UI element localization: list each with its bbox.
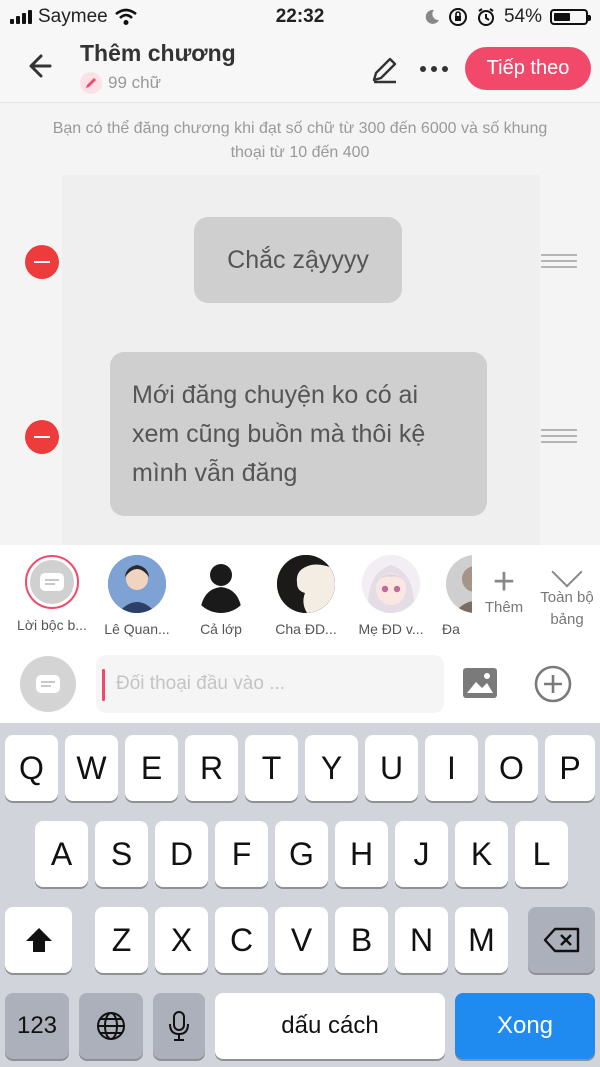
key-q[interactable]: Q <box>5 735 58 801</box>
key-o[interactable]: O <box>485 735 538 801</box>
key-r[interactable]: R <box>185 735 238 801</box>
microphone-key[interactable] <box>153 993 205 1059</box>
avatar <box>362 555 420 613</box>
backspace-key[interactable] <box>528 907 595 973</box>
avatar <box>446 555 472 613</box>
key-b[interactable]: B <box>335 907 388 973</box>
backspace-icon <box>543 927 579 953</box>
battery-percent: 54% <box>503 6 542 27</box>
orientation-lock-icon <box>448 8 467 26</box>
character-item[interactable]: Cả lớp <box>178 555 264 637</box>
image-icon[interactable] <box>462 667 498 699</box>
key-l[interactable]: L <box>515 821 568 887</box>
back-arrow-icon[interactable] <box>22 46 62 86</box>
key-e[interactable]: E <box>125 735 178 801</box>
character-item[interactable]: Cha ĐD... <box>263 555 349 637</box>
key-w[interactable]: W <box>65 735 118 801</box>
next-button[interactable]: Tiếp theo <box>465 47 591 90</box>
key-u[interactable]: U <box>365 735 418 801</box>
key-x[interactable]: X <box>155 907 208 973</box>
done-key[interactable]: Xong <box>455 993 595 1059</box>
character-bar: Lời bộc b... Lê Quan... Cả lớp Cha ĐD...… <box>0 545 600 645</box>
requirement-notice: Bạn có thể đăng chương khi đạt số chữ từ… <box>52 120 548 161</box>
battery-level <box>554 13 570 21</box>
all-characters-label: Toàn bộ bảng <box>540 589 594 628</box>
status-bar: Saymee 22:32 54% <box>0 0 600 34</box>
battery-icon <box>550 9 591 25</box>
narrator-speaker-button[interactable] <box>20 656 76 712</box>
chat-bubble-icon <box>40 573 64 591</box>
character-label: Lời bộc b... <box>17 617 87 633</box>
key-p[interactable]: P <box>545 735 595 801</box>
key-m[interactable]: M <box>455 907 508 973</box>
page-title: Thêm chương <box>80 40 236 66</box>
key-c[interactable]: C <box>215 907 268 973</box>
space-key[interactable]: dấu cách <box>215 993 445 1059</box>
text-cursor <box>102 669 105 701</box>
key-d[interactable]: D <box>155 821 208 887</box>
dialogue-bubble[interactable]: Chắc zậyyyy <box>194 217 402 303</box>
alarm-icon <box>477 8 494 26</box>
character-narrator[interactable]: Lời bộc b... <box>9 555 95 633</box>
pencil-icon <box>80 72 102 94</box>
add-character-button[interactable]: + Thêm <box>476 561 532 616</box>
moon-icon <box>425 9 439 24</box>
character-item[interactable]: Mẹ ĐD v... <box>348 555 434 637</box>
keyboard: Q W E R T Y U I O P A S D F G H J K L Z … <box>0 723 600 1067</box>
key-t[interactable]: T <box>245 735 298 801</box>
dialogue-input[interactable] <box>96 655 444 713</box>
key-i[interactable]: I <box>425 735 478 801</box>
status-right: 54% <box>424 6 591 28</box>
plus-icon: + <box>492 561 516 603</box>
key-g[interactable]: G <box>275 821 328 887</box>
drag-handle-icon[interactable] <box>541 254 577 268</box>
character-label: Cả lớp <box>200 621 242 637</box>
shift-key[interactable] <box>5 907 72 973</box>
key-f[interactable]: F <box>215 821 268 887</box>
globe-icon <box>97 1012 125 1040</box>
input-bar <box>0 645 600 723</box>
globe-key[interactable] <box>79 993 143 1059</box>
chat-bubble-icon <box>36 675 60 693</box>
character-label: Đa <box>442 621 460 637</box>
key-a[interactable]: A <box>35 821 88 887</box>
key-j[interactable]: J <box>395 821 448 887</box>
add-circle-icon[interactable] <box>534 665 572 703</box>
key-k[interactable]: K <box>455 821 508 887</box>
header: Thêm chương 99 chữ Tiếp theo <box>0 34 600 103</box>
key-h[interactable]: H <box>335 821 388 887</box>
avatar <box>277 555 335 613</box>
drag-handle-icon[interactable] <box>541 429 577 443</box>
word-count: 99 chữ <box>80 72 161 94</box>
key-s[interactable]: S <box>95 821 148 887</box>
remove-dialogue-button[interactable] <box>25 420 59 454</box>
character-item[interactable]: Đa <box>432 555 472 637</box>
character-label: Lê Quan... <box>104 621 170 637</box>
chevron-down-icon <box>551 556 583 588</box>
numbers-key[interactable]: 123 <box>5 993 69 1059</box>
key-v[interactable]: V <box>275 907 328 973</box>
key-y[interactable]: Y <box>305 735 358 801</box>
avatar <box>192 555 250 613</box>
character-label: Mẹ ĐD v... <box>358 621 424 637</box>
chapter-editor: Bạn có thể đăng chương khi đạt số chữ từ… <box>0 103 600 545</box>
dialogue-bubble[interactable]: Mới đăng chuyện ko có ai xem cũng buồn m… <box>110 352 487 516</box>
microphone-icon <box>169 1011 189 1041</box>
word-count-label: 99 chữ <box>108 73 161 92</box>
avatar <box>108 555 166 613</box>
character-label: Cha ĐD... <box>275 621 337 637</box>
more-options-icon[interactable] <box>414 52 454 86</box>
shift-arrow-icon <box>25 928 52 952</box>
character-item[interactable]: Lê Quan... <box>94 555 180 637</box>
key-z[interactable]: Z <box>95 907 148 973</box>
narrator-avatar <box>25 555 79 609</box>
all-characters-button[interactable]: Toàn bộ bảng <box>534 556 600 631</box>
key-n[interactable]: N <box>395 907 448 973</box>
remove-dialogue-button[interactable] <box>25 245 59 279</box>
edit-icon[interactable] <box>368 52 402 86</box>
add-character-label: Thêm <box>484 599 524 616</box>
